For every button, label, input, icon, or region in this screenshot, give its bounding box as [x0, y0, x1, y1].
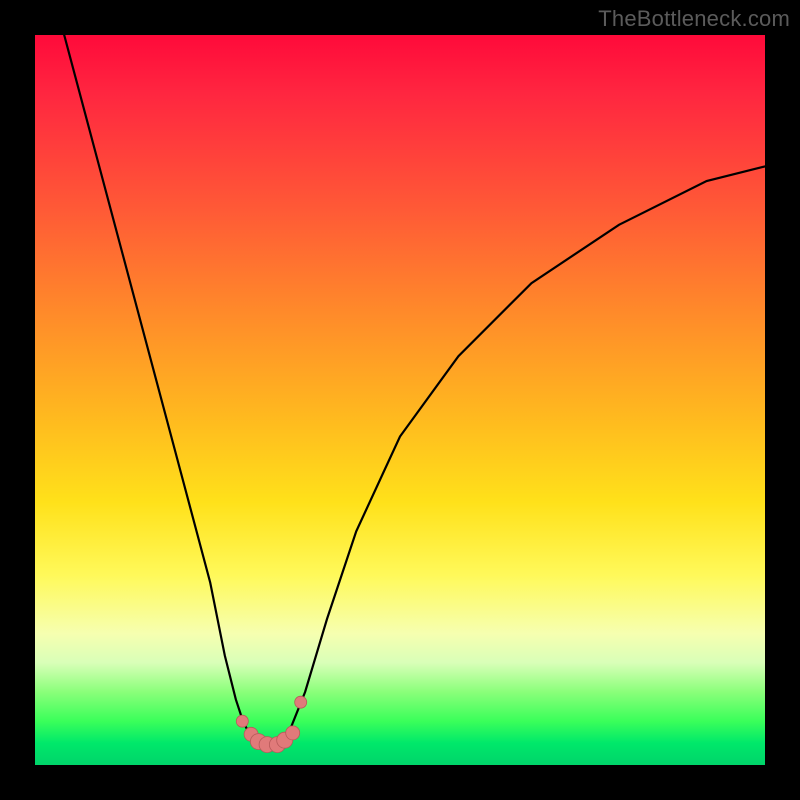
valley-markers — [236, 696, 306, 752]
valley-marker — [286, 726, 300, 740]
outer-frame: TheBottleneck.com — [0, 0, 800, 800]
curve-left-arm — [64, 35, 258, 743]
plot-area — [35, 35, 765, 765]
chart-svg — [35, 35, 765, 765]
valley-marker — [295, 696, 307, 708]
curve-right-arm — [283, 166, 765, 743]
watermark-text: TheBottleneck.com — [598, 6, 790, 32]
curve-group — [64, 35, 765, 747]
valley-marker — [236, 715, 248, 727]
